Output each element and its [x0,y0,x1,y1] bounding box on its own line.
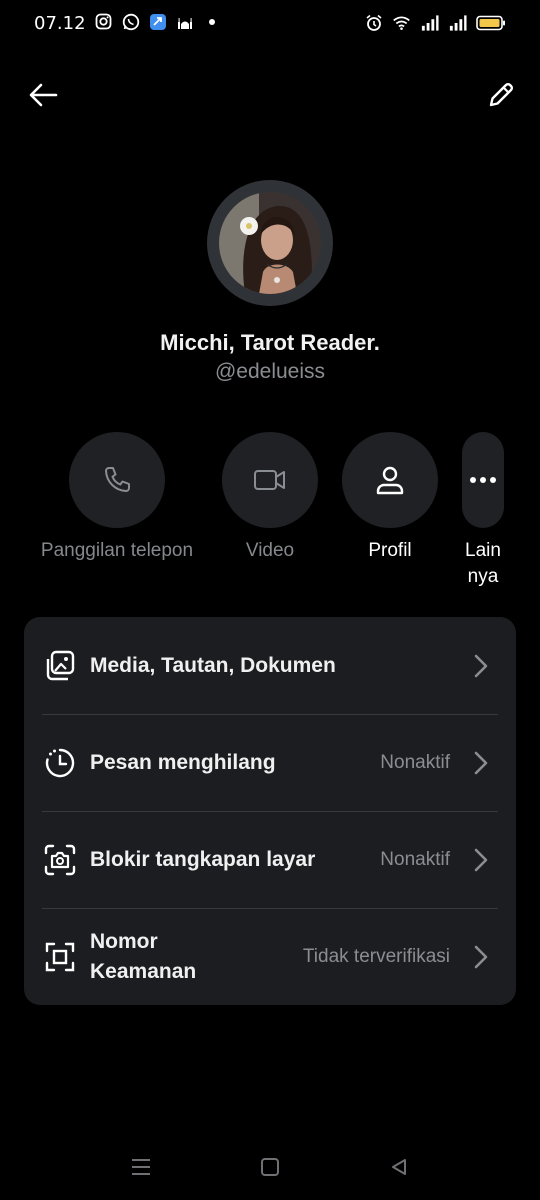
dot-icon [202,12,221,31]
profile-label: Profil [368,540,412,561]
video-camera-icon [254,470,285,490]
video-call-button[interactable]: Video [222,432,318,564]
person-icon [376,466,404,495]
more-dots-icon [470,477,496,483]
system-navigation-bar [0,1140,540,1200]
disappearing-messages-value: Nonaktif [380,751,450,773]
security-number-label: Nomor Keamanan [90,929,197,983]
chevron-right-icon [470,748,492,778]
video-call-label: Video [245,540,295,561]
block-screenshot-row[interactable]: Blokir tangkapan layar Nonaktif [24,811,516,908]
more-circle [462,432,504,528]
profile-handle: @edelueiss [214,360,326,383]
voice-call-button[interactable]: Panggilan telepon [36,432,198,564]
battery-icon [476,13,506,32]
profile-circle [342,432,438,528]
disappearing-messages-row[interactable]: Pesan menghilang Nonaktif [24,714,516,811]
arrow-left-icon [29,83,58,107]
system-icons [364,13,506,32]
disappearing-messages-label: Pesan menghilang [90,750,276,774]
avatar [219,192,321,294]
media-gallery-icon [42,648,78,684]
security-number-value: Tidak terverifikasi [302,945,450,967]
pencil-icon [489,82,514,107]
profile-button[interactable]: Profil [342,432,438,564]
chat-settings-card: Media, Tautan, Dokumen Pesan menghilang … [24,617,516,1005]
back-nav-button[interactable] [384,1154,414,1180]
chevron-right-icon [470,942,492,972]
voice-call-label: Panggilan telepon [40,540,194,561]
triangle-back-icon [392,1159,406,1175]
back-button[interactable] [26,78,60,112]
security-number-row[interactable]: Nomor Keamanan Tidak terverifikasi [24,908,516,1005]
profile-name: Micchi, Tarot Reader. [160,330,380,355]
media-links-docs-label: Media, Tautan, Dokumen [90,653,336,677]
status-time: 07.12 [34,13,86,34]
app-icon [148,12,167,31]
video-call-circle [222,432,318,528]
edit-button[interactable] [484,78,518,112]
signal-icon [448,13,467,32]
chevron-right-icon [470,845,492,875]
mosque-icon [175,12,194,31]
square-icon [261,1158,279,1176]
block-screenshot-value: Nonaktif [380,848,450,870]
whatsapp-icon [121,12,140,31]
more-button[interactable]: Lain nya [462,432,504,590]
menu-lines-icon [132,1159,150,1175]
status-bar: 07.12 [0,0,540,48]
notification-icons [94,12,221,31]
instagram-icon [94,12,113,31]
more-label: Lain nya [465,540,501,587]
timer-icon [42,745,78,781]
screenshot-camera-icon [42,842,78,878]
alarm-icon [364,13,383,32]
avatar-ring[interactable] [207,180,333,306]
signal-icon [420,13,439,32]
media-links-docs-row[interactable]: Media, Tautan, Dokumen [24,617,516,714]
chevron-right-icon [470,651,492,681]
home-button[interactable] [255,1154,285,1180]
voice-call-circle [69,432,165,528]
phone-icon [105,467,130,492]
block-screenshot-label: Blokir tangkapan layar [90,847,316,871]
recent-apps-button[interactable] [126,1154,156,1180]
wifi-icon [392,13,411,32]
security-frame-icon [42,939,78,975]
